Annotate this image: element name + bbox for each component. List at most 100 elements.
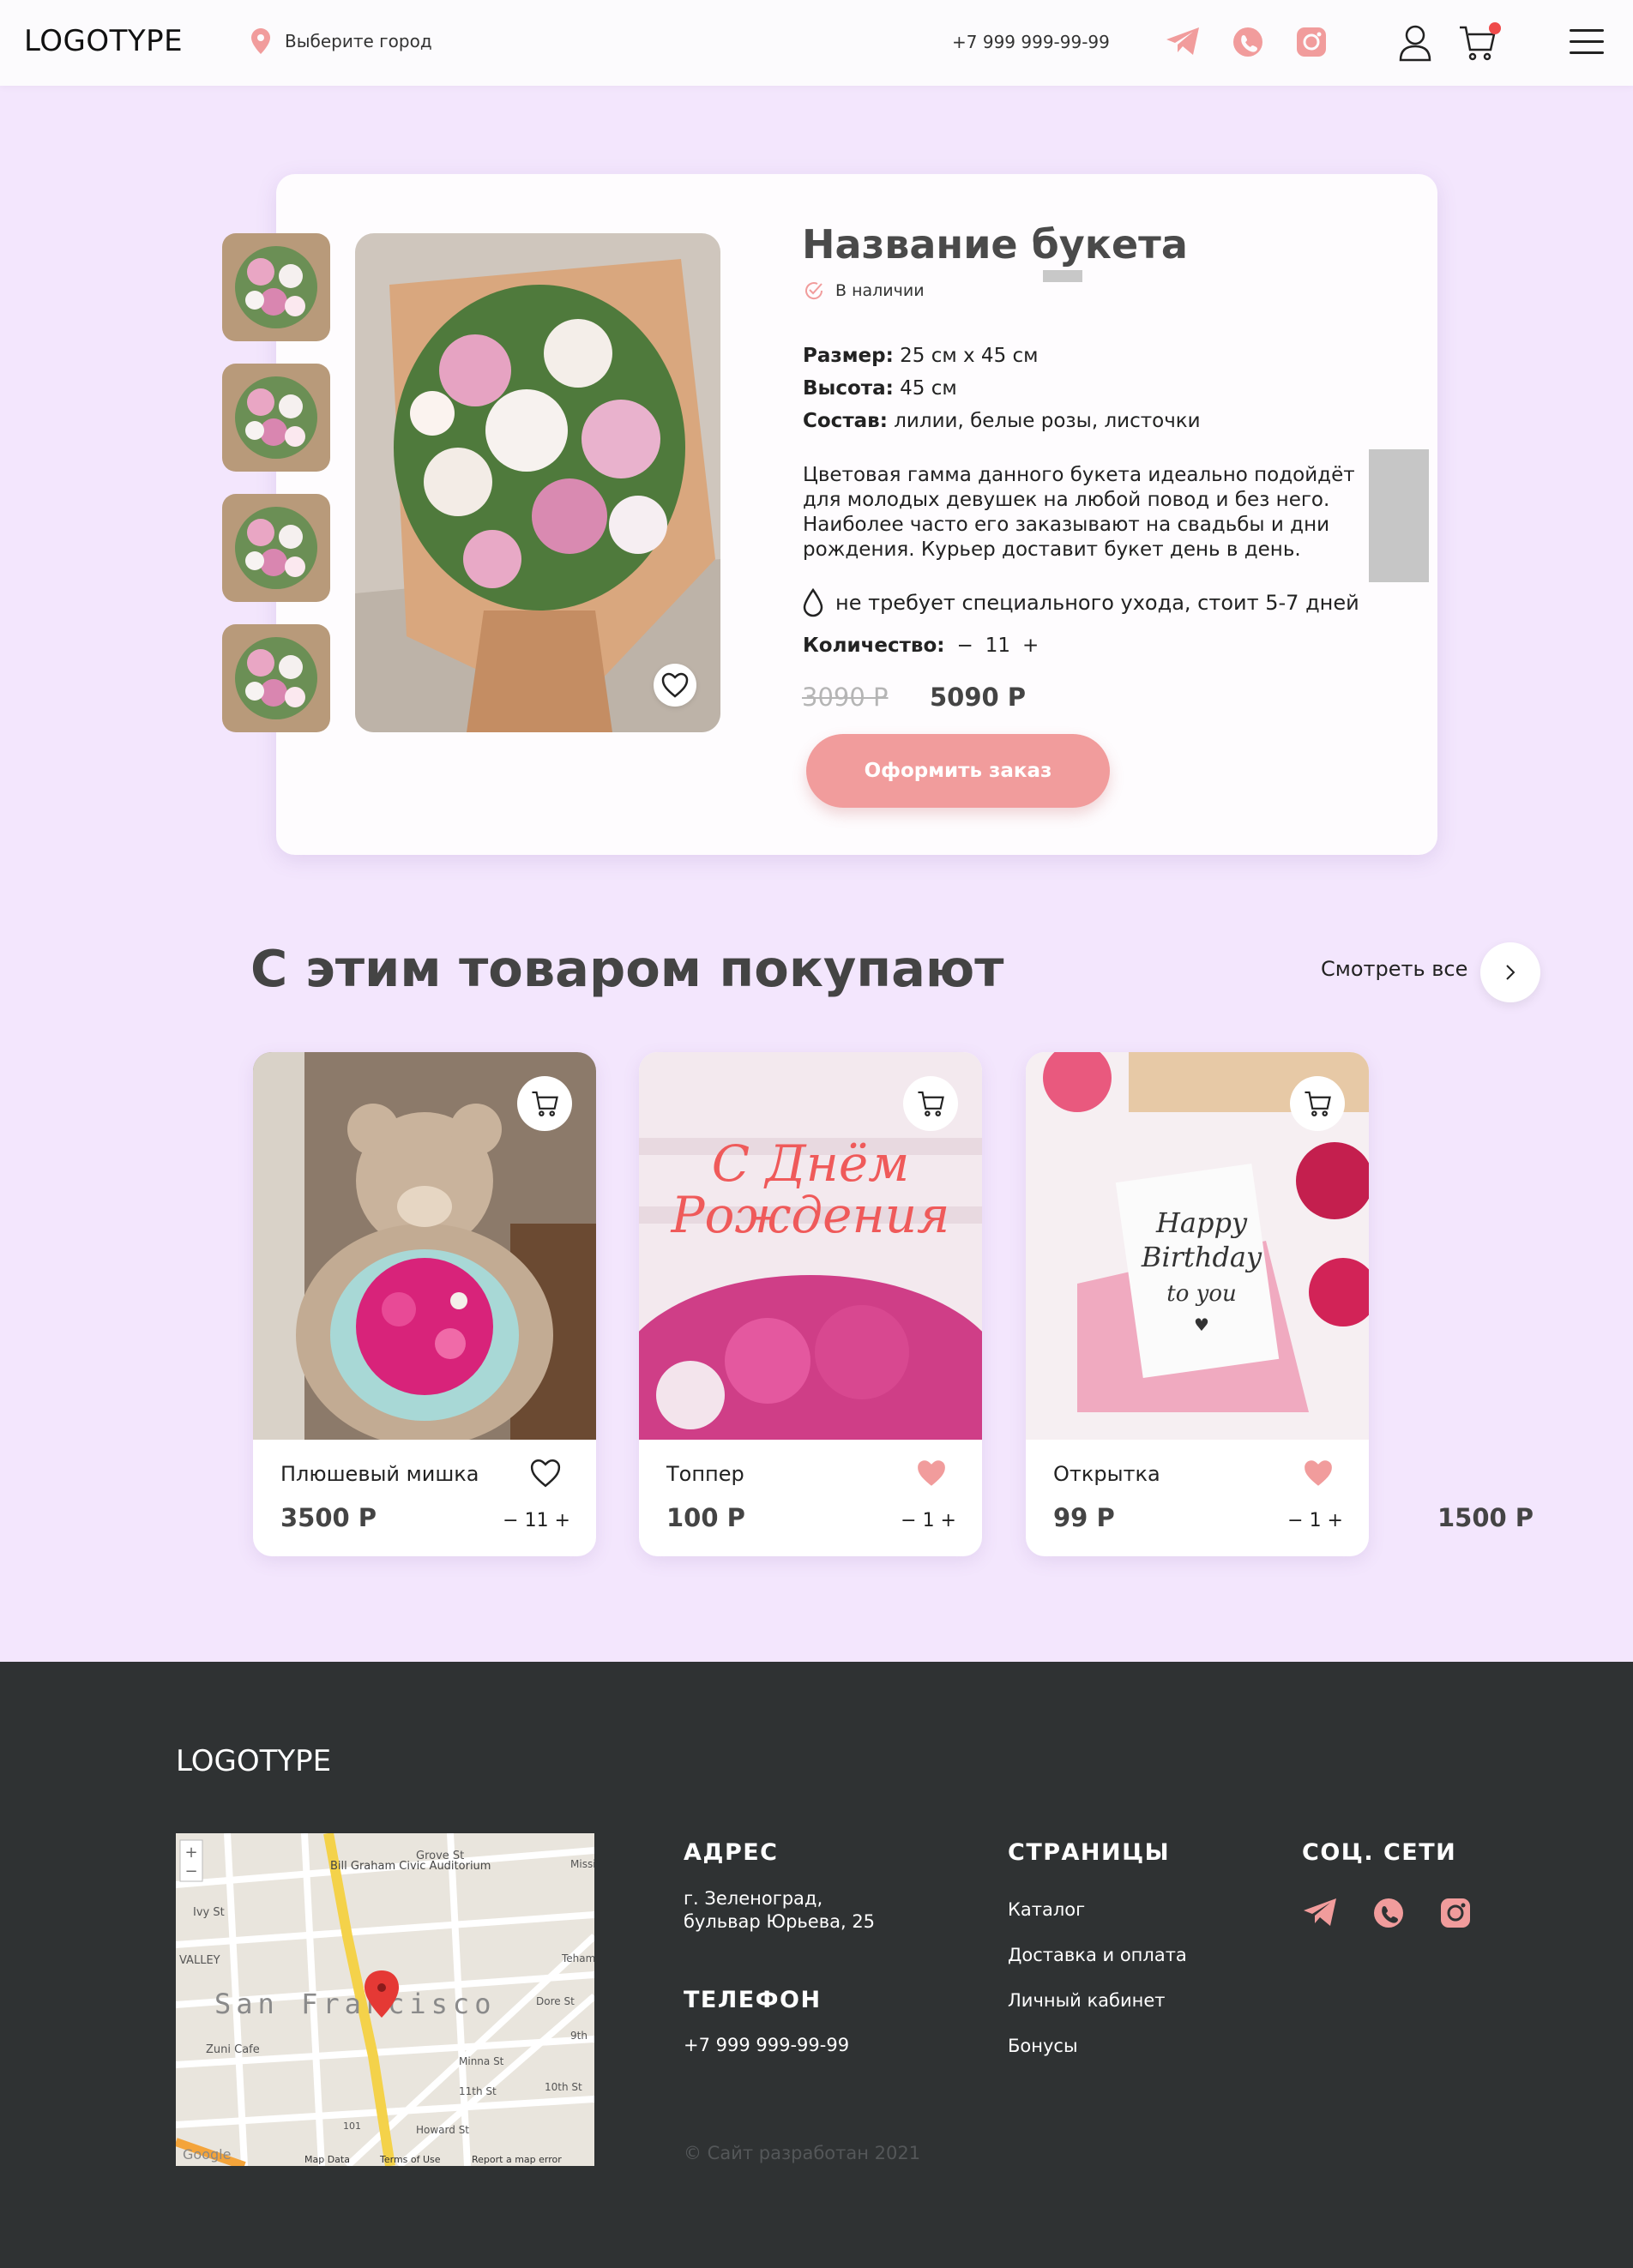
- order-button[interactable]: Оформить заказ: [806, 734, 1110, 808]
- phone-heading: ТЕЛЕФОН: [684, 1987, 822, 2013]
- svg-text:11th St: 11th St: [459, 2085, 497, 2097]
- footer-link-catalog[interactable]: Каталог: [1008, 1899, 1085, 1920]
- telegram-icon[interactable]: [1165, 26, 1201, 57]
- product-description: Цветовая гамма данного букета идеально п…: [803, 464, 1355, 561]
- svg-text:С Днём: С Днём: [712, 1134, 910, 1193]
- item-name: Топпер: [666, 1462, 744, 1486]
- spec-composition: Состав: лилии, белые розы, листочки: [803, 410, 1201, 432]
- svg-text:Report a map error: Report a map error: [472, 2154, 562, 2165]
- svg-text:Tehama: Tehama: [561, 1952, 594, 1964]
- add-to-cart-button[interactable]: [1290, 1076, 1345, 1131]
- stock-status: В наличии: [803, 280, 925, 302]
- svg-text:Bill Graham Civic Auditorium: Bill Graham Civic Auditorium: [330, 1860, 491, 1873]
- footer-logo[interactable]: LOGOTYPE: [176, 1744, 331, 1778]
- quantity-label: Количество:: [803, 635, 945, 657]
- logo[interactable]: LOGOTYPE: [24, 24, 183, 58]
- address-line-1: г. Зеленоград,: [684, 1888, 823, 1909]
- svg-text:to you: to you: [1166, 1281, 1236, 1307]
- whatsapp-icon[interactable]: [1232, 26, 1264, 58]
- see-all-link[interactable]: Смотреть все: [1321, 957, 1467, 981]
- see-all-button[interactable]: [1480, 942, 1540, 1002]
- add-to-cart-button[interactable]: [903, 1076, 958, 1131]
- product-card-topper[interactable]: С Днём Рождения Топпер 100 Р − 1 +: [639, 1052, 982, 1556]
- svg-text:VALLEY: VALLEY: [179, 1954, 220, 1967]
- heart-filled-icon[interactable]: [915, 1459, 948, 1488]
- svg-text:Рождения: Рождения: [671, 1186, 950, 1244]
- footer-link-delivery[interactable]: Доставка и оплата: [1008, 1945, 1187, 1965]
- quantity-row: Количество: − 11 +: [803, 635, 1039, 657]
- svg-text:Terms of Use: Terms of Use: [379, 2154, 441, 2165]
- item-name: Плюшевый мишка: [280, 1462, 479, 1486]
- product-card-postcard[interactable]: Happy Birthday to you ♥ Открытка 99 Р − …: [1026, 1052, 1369, 1556]
- user-icon[interactable]: [1398, 24, 1432, 62]
- instagram-icon[interactable]: [1439, 1897, 1472, 1929]
- svg-text:♥: ♥: [1194, 1314, 1209, 1335]
- svg-text:Google: Google: [183, 2146, 231, 2163]
- quantity-minus[interactable]: −: [956, 635, 973, 657]
- thumbnail[interactable]: [222, 364, 330, 472]
- heart-filled-icon[interactable]: [1302, 1459, 1335, 1488]
- spec-height: Высота: 45 см: [803, 377, 957, 400]
- product-main-image: [355, 233, 720, 732]
- scrollbar-placeholder[interactable]: [1369, 449, 1429, 582]
- svg-text:Howard St: Howard St: [416, 2124, 469, 2136]
- product-card-teddy[interactable]: Плюшевый мишка 3500 Р − 11 +: [253, 1052, 596, 1556]
- item-price: 3500 Р: [280, 1503, 377, 1532]
- city-selector[interactable]: Выберите город: [250, 27, 432, 55]
- map-pin-icon: [251, 28, 270, 54]
- svg-text:9th: 9th: [570, 2030, 588, 2042]
- instagram-icon[interactable]: [1295, 26, 1328, 58]
- quantity-plus[interactable]: +: [1022, 635, 1039, 657]
- svg-text:101: 101: [343, 2121, 361, 2132]
- heart-outline-icon: [661, 672, 689, 698]
- footer-socials: [1302, 1897, 1472, 1929]
- cart-icon: [1305, 1091, 1331, 1116]
- add-to-cart-button[interactable]: [517, 1076, 572, 1131]
- header-socials: [1165, 26, 1328, 58]
- item-price-partial: 1500 Р: [1437, 1503, 1534, 1532]
- svg-text:+: +: [184, 1844, 197, 1862]
- copyright: © Сайт разработан 2021: [684, 2143, 921, 2163]
- footer-link-bonuses[interactable]: Бонусы: [1008, 2036, 1078, 2056]
- svg-text:10th St: 10th St: [545, 2081, 582, 2093]
- heart-outline-icon[interactable]: [529, 1459, 562, 1488]
- footer-map[interactable]: + − Bill Graham Civic Auditorium Grove S…: [176, 1833, 594, 2166]
- site-header: LOGOTYPE Выберите город +7 999 999-99-99: [0, 0, 1633, 86]
- cart-icon: [532, 1091, 558, 1116]
- chevron-right-icon: [1506, 965, 1515, 980]
- social-heading: СОЦ. СЕТИ: [1302, 1839, 1457, 1866]
- thumbnail[interactable]: [222, 494, 330, 602]
- old-price: 3090 Р: [802, 683, 889, 712]
- address-line-2: бульвар Юрьева, 25: [684, 1911, 876, 1932]
- spec-size: Размер: 25 см х 45 см: [803, 345, 1039, 367]
- svg-text:Grove St: Grove St: [416, 1850, 464, 1862]
- telegram-icon[interactable]: [1302, 1897, 1338, 1928]
- svg-text:Happy: Happy: [1155, 1206, 1248, 1239]
- item-quantity[interactable]: − 1 +: [901, 1510, 956, 1531]
- text-cursor-placeholder: [1043, 270, 1082, 282]
- thumbnail[interactable]: [222, 233, 330, 341]
- check-circle-icon: [805, 282, 823, 300]
- quantity-value: 11: [985, 635, 1011, 657]
- header-phone[interactable]: +7 999 999-99-99: [952, 32, 1110, 52]
- header-cart[interactable]: [1458, 22, 1501, 65]
- care-info: не требует специального ухода, стоит 5-7…: [803, 588, 1359, 617]
- svg-text:Ivy St: Ivy St: [193, 1906, 225, 1919]
- favorite-button[interactable]: [654, 664, 696, 707]
- thumbnail[interactable]: [222, 624, 330, 732]
- whatsapp-icon[interactable]: [1372, 1897, 1405, 1929]
- menu-icon[interactable]: [1570, 29, 1604, 63]
- address-heading: АДРЕС: [684, 1839, 779, 1866]
- city-label: Выберите город: [285, 31, 432, 51]
- footer-phone[interactable]: +7 999 999-99-99: [684, 2034, 849, 2057]
- item-price: 99 Р: [1053, 1503, 1115, 1532]
- svg-text:Map Data: Map Data: [304, 2154, 350, 2165]
- cart-badge: [1489, 22, 1501, 34]
- svg-text:San Francisco: San Francisco: [214, 1988, 496, 2020]
- footer-link-account[interactable]: Личный кабинет: [1008, 1990, 1166, 2011]
- item-quantity[interactable]: − 11 +: [503, 1510, 570, 1531]
- product-specs: Размер: 25 см х 45 см Высота: 45 см Сост…: [803, 340, 1201, 437]
- item-quantity[interactable]: − 1 +: [1287, 1510, 1343, 1531]
- drop-icon: [803, 588, 823, 617]
- svg-text:Minna St: Minna St: [459, 2055, 504, 2067]
